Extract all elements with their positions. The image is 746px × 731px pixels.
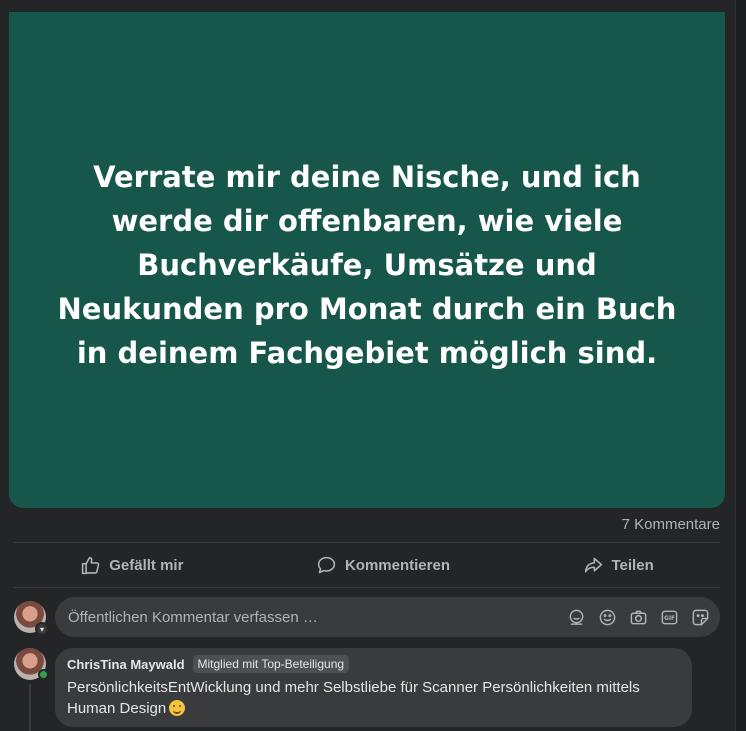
sticker-icon[interactable] <box>691 608 710 627</box>
comment-input-box[interactable]: GIF <box>55 597 720 637</box>
composer-icons: GIF <box>567 608 710 627</box>
current-user-avatar[interactable]: ▾ <box>14 601 49 636</box>
share-arrow-icon <box>584 557 602 572</box>
comment-input[interactable] <box>68 608 567 626</box>
thread-line <box>29 684 31 731</box>
smiley-emoji-icon <box>169 700 186 716</box>
share-button[interactable]: Teilen <box>567 549 670 582</box>
thumbs-up-icon <box>82 556 100 574</box>
svg-text:GIF: GIF <box>664 616 675 622</box>
comment-count[interactable]: 7 Kommentare <box>622 516 720 533</box>
divider-top <box>14 542 720 543</box>
comment-text-body: PersönlichkeitsEntWicklung und mehr Selb… <box>67 679 640 717</box>
scrollbar[interactable] <box>735 0 746 731</box>
comment-label: Kommentieren <box>344 556 450 574</box>
comment-button[interactable]: Kommentieren <box>300 549 466 582</box>
comment-icon <box>317 556 336 573</box>
divider-bottom <box>14 587 720 588</box>
comment-bubble: ChrisTina Maywald Mitglied mit Top-Betei… <box>55 648 692 727</box>
comment-item: ChrisTina Maywald Mitglied mit Top-Betei… <box>14 648 720 731</box>
avatar-sticker-icon[interactable] <box>567 608 586 627</box>
comment-text: PersönlichkeitsEntWicklung und mehr Selb… <box>67 677 680 719</box>
online-status-dot <box>38 669 49 680</box>
post-image[interactable]: Verrate mir deine Nische, und ich werde … <box>9 12 725 508</box>
gif-icon[interactable]: GIF <box>660 608 679 627</box>
camera-icon[interactable] <box>629 608 648 627</box>
post-image-text: Verrate mir deine Nische, und ich werde … <box>57 160 677 370</box>
share-label: Teilen <box>611 556 654 574</box>
post-actions: Gefällt mir Kommentieren Teilen <box>14 544 720 586</box>
emoji-icon[interactable] <box>598 608 617 627</box>
comment-composer: ▾ GIF <box>14 597 720 637</box>
like-label: Gefällt mir <box>109 556 184 574</box>
like-button[interactable]: Gefällt mir <box>64 549 199 582</box>
member-badge[interactable]: Mitglied mit Top-Beteiligung <box>192 655 350 673</box>
comment-author[interactable]: ChrisTina Maywald <box>67 657 185 672</box>
chevron-down-icon[interactable]: ▾ <box>35 622 49 636</box>
commenter-avatar[interactable] <box>14 648 49 731</box>
